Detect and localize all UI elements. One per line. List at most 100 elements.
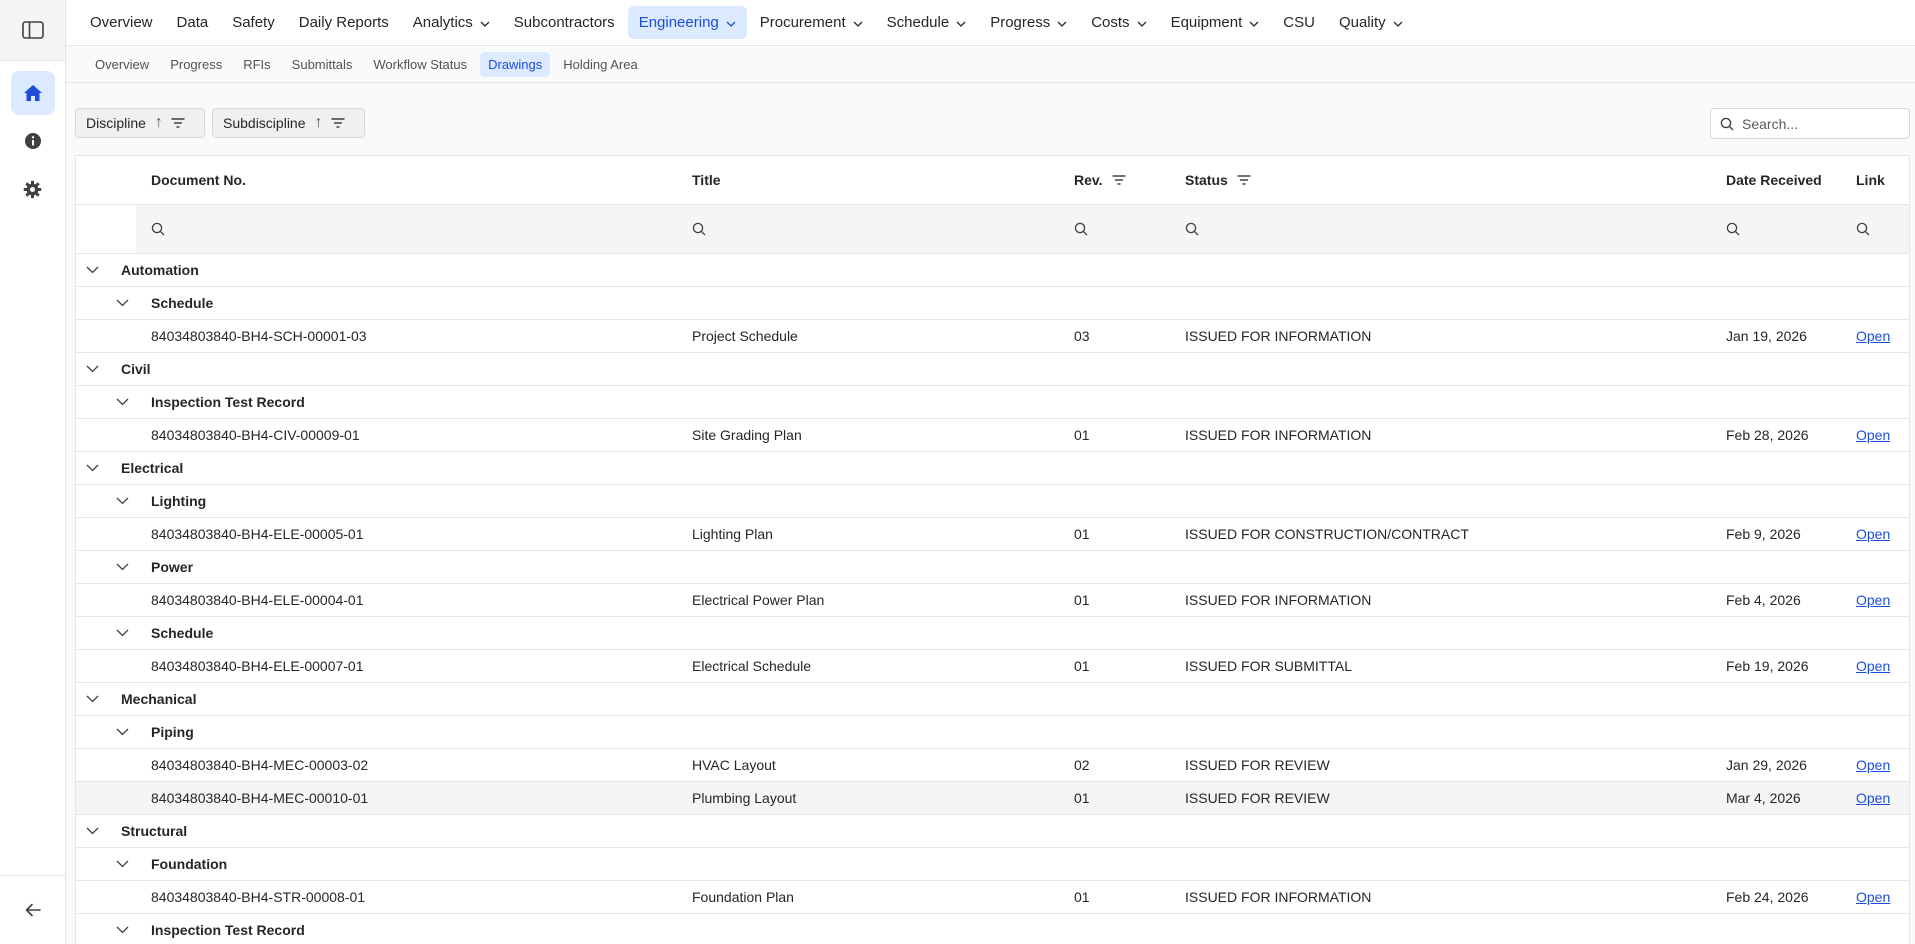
- nav-item-progress[interactable]: Progress: [979, 6, 1078, 39]
- nav-item-overview[interactable]: Overview: [79, 6, 164, 39]
- nav-item-engineering[interactable]: Engineering: [627, 6, 747, 39]
- nav-item-daily-reports[interactable]: Daily Reports: [288, 6, 400, 39]
- table-row[interactable]: 84034803840-BH4-ELE-00005-01 Lighting Pla…: [76, 518, 1909, 551]
- nav-item-quality[interactable]: Quality: [1328, 6, 1414, 39]
- column-search-link[interactable]: [1856, 205, 1870, 253]
- nav-item-analytics[interactable]: Analytics: [402, 6, 501, 39]
- filter-icon[interactable]: [1237, 175, 1251, 185]
- nav-item-procurement[interactable]: Procurement: [749, 6, 874, 39]
- revision-cell: 03: [1074, 320, 1090, 352]
- nav-item-safety[interactable]: Safety: [221, 6, 286, 39]
- column-filter-row: [76, 205, 1909, 254]
- open-link[interactable]: Open: [1856, 592, 1890, 608]
- open-link[interactable]: Open: [1856, 427, 1890, 443]
- nav-item-schedule[interactable]: Schedule: [876, 6, 978, 39]
- open-link[interactable]: Open: [1856, 790, 1890, 806]
- filter-icon[interactable]: [171, 115, 185, 131]
- open-link[interactable]: Open: [1856, 328, 1890, 344]
- document-title: Foundation Plan: [692, 889, 794, 905]
- chevron-down-icon[interactable]: [116, 551, 129, 583]
- group-chip-discipline[interactable]: Discipline ↑: [75, 108, 205, 138]
- nav-item-data[interactable]: Data: [166, 6, 220, 39]
- tab-holding-area[interactable]: Holding Area: [555, 52, 645, 77]
- table-row[interactable]: 84034803840-BH4-STR-00008-01 Foundation P…: [76, 881, 1909, 914]
- open-link-cell: Open: [1856, 419, 1890, 451]
- revision: 01: [1074, 427, 1090, 443]
- group-label: Schedule: [151, 625, 214, 641]
- filter-icon[interactable]: [331, 115, 345, 131]
- tab-drawings[interactable]: Drawings: [480, 51, 551, 77]
- table-row[interactable]: 84034803840-BH4-MEC-00010-01 Plumbing Lay…: [76, 782, 1909, 815]
- chevron-down-icon[interactable]: [86, 815, 99, 847]
- tab-submittals[interactable]: Submittals: [284, 52, 361, 77]
- chevron-down-icon[interactable]: [116, 287, 129, 319]
- column-header-document-no[interactable]: Document No.: [151, 156, 246, 204]
- tab-progress[interactable]: Progress: [162, 52, 230, 77]
- chevron-down-icon[interactable]: [116, 617, 129, 649]
- chevron-down-icon[interactable]: [86, 452, 99, 484]
- document-number-cell: 84034803840-BH4-ELE-00005-01: [151, 518, 364, 550]
- table-row[interactable]: 84034803840-BH4-ELE-00004-01 Electrical P…: [76, 584, 1909, 617]
- column-header-status[interactable]: Status: [1185, 156, 1251, 204]
- tab-workflow-status[interactable]: Workflow Status: [365, 52, 475, 77]
- table-row[interactable]: 84034803840-BH4-SCH-00001-03 Project Sche…: [76, 320, 1909, 353]
- document-number-cell: 84034803840-BH4-MEC-00003-02: [151, 749, 368, 781]
- nav-item-costs[interactable]: Costs: [1080, 6, 1157, 39]
- collapse-button[interactable]: [0, 875, 65, 944]
- settings-button[interactable]: [11, 167, 55, 211]
- home-button[interactable]: [10, 71, 55, 115]
- sidebar-toggle-button[interactable]: [0, 0, 65, 61]
- chevron-down-icon[interactable]: [86, 254, 99, 286]
- revision-cell: 01: [1074, 419, 1090, 451]
- group-row-discipline: Mechanical: [76, 683, 1909, 716]
- group-row-subdiscipline: Lighting: [76, 485, 1909, 518]
- open-link[interactable]: Open: [1856, 658, 1890, 674]
- search-box[interactable]: [1710, 108, 1910, 139]
- column-header-date-received[interactable]: Date Received: [1726, 156, 1822, 204]
- chevron-down-icon[interactable]: [116, 716, 129, 748]
- open-link[interactable]: Open: [1856, 757, 1890, 773]
- column-header-rev[interactable]: Rev.: [1074, 156, 1126, 204]
- tab-overview[interactable]: Overview: [87, 52, 157, 77]
- revision: 01: [1074, 889, 1090, 905]
- column-header-label: Link: [1856, 172, 1885, 188]
- nav-item-subcontractors[interactable]: Subcontractors: [503, 6, 626, 39]
- column-header-link[interactable]: Link: [1856, 156, 1885, 204]
- table-row[interactable]: 84034803840-BH4-MEC-00003-02 HVAC Layout 0…: [76, 749, 1909, 782]
- status: ISSUED FOR CONSTRUCTION/CONTRACT: [1185, 526, 1469, 542]
- info-button[interactable]: [11, 119, 55, 163]
- date-received: Feb 9, 2026: [1726, 526, 1801, 542]
- nav-item-label: Subcontractors: [513, 14, 615, 31]
- chevron-down-icon[interactable]: [116, 485, 129, 517]
- chevron-down-icon: [853, 14, 863, 31]
- column-search-title[interactable]: [692, 205, 706, 253]
- table-row[interactable]: 84034803840-BH4-CIV-00009-01 Site Grading…: [76, 419, 1909, 452]
- open-link[interactable]: Open: [1856, 889, 1890, 905]
- chevron-down-icon[interactable]: [86, 353, 99, 385]
- group-row-subdiscipline: Inspection Test Record: [76, 914, 1909, 944]
- nav-item-equipment[interactable]: Equipment: [1160, 6, 1271, 39]
- status: ISSUED FOR INFORMATION: [1185, 427, 1372, 443]
- arrow-left-icon: [25, 903, 41, 917]
- column-search-rev[interactable]: [1074, 205, 1088, 253]
- nav-item-csu[interactable]: CSU: [1272, 6, 1326, 39]
- table-row[interactable]: 84034803840-BH4-ELE-00007-01 Electrical S…: [76, 650, 1909, 683]
- column-search-status[interactable]: [1185, 205, 1199, 253]
- column-search-date-received[interactable]: [1726, 205, 1740, 253]
- chevron-down-icon[interactable]: [116, 386, 129, 418]
- filter-icon[interactable]: [1112, 175, 1126, 185]
- column-header-title[interactable]: Title: [692, 156, 721, 204]
- chevron-down-icon[interactable]: [116, 914, 129, 944]
- chevron-down-icon: [1249, 14, 1259, 31]
- revision: 03: [1074, 328, 1090, 344]
- column-search-document-no[interactable]: [151, 205, 165, 253]
- sort-ascending-icon[interactable]: ↑: [155, 114, 163, 132]
- group-chip-subdiscipline[interactable]: Subdiscipline ↑: [212, 108, 365, 138]
- open-link-cell: Open: [1856, 881, 1890, 913]
- chevron-down-icon[interactable]: [116, 848, 129, 880]
- sort-ascending-icon[interactable]: ↑: [315, 114, 323, 132]
- open-link[interactable]: Open: [1856, 526, 1890, 542]
- search-input[interactable]: [1742, 115, 1902, 132]
- tab-rfis[interactable]: RFIs: [235, 52, 278, 77]
- chevron-down-icon[interactable]: [86, 683, 99, 715]
